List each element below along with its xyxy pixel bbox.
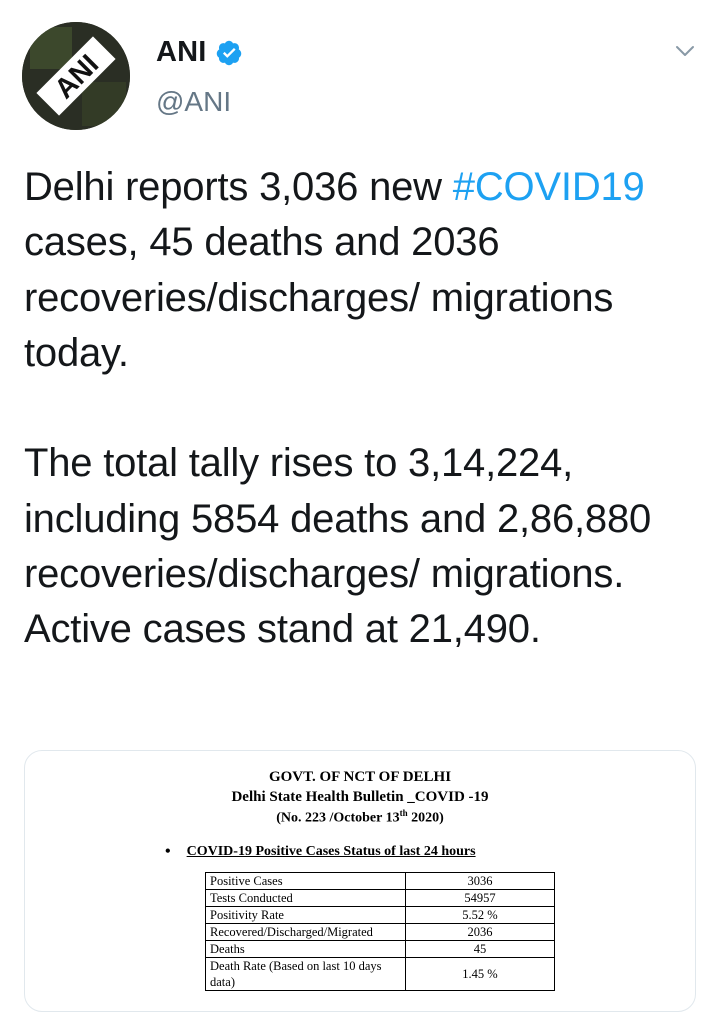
ani-logo-icon: ANI: [22, 22, 130, 130]
tweet-header: ANI ANI @ANI: [0, 0, 720, 150]
row-label: Positivity Rate: [205, 906, 406, 924]
row-label: Death Rate (Based on last 10 days data): [205, 957, 406, 991]
table-row: Positive Cases 3036: [205, 872, 555, 890]
bulletin-number-sup: th: [399, 808, 408, 818]
table-row: Recovered/Discharged/Migrated 2036: [205, 923, 555, 941]
display-name[interactable]: ANI: [156, 36, 207, 69]
bulletin-number-suffix: 2020): [407, 810, 444, 826]
bulletin-subtitle: Delhi State Health Bulletin _COVID -19: [231, 789, 489, 805]
bulletin-table: Positive Cases 3036 Tests Conducted 54957 …: [205, 872, 555, 991]
row-value: 45: [405, 940, 555, 958]
row-value: 1.45 %: [405, 957, 555, 991]
table-row: Death Rate (Based on last 10 days data) 1…: [205, 957, 555, 991]
row-value: 5.52 %: [405, 906, 555, 924]
table-row: Positivity Rate 5.52 %: [205, 906, 555, 924]
bulletin-title: GOVT. OF NCT OF DELHI: [268, 769, 452, 785]
row-label: Positive Cases: [205, 872, 406, 890]
bulletin-number-prefix: (No. 223 /October 13: [276, 810, 400, 826]
section-heading-text: COVID-19 Positive Cases Status of last 2…: [186, 844, 476, 859]
avatar[interactable]: ANI: [22, 22, 130, 130]
row-label: Tests Conducted: [205, 889, 406, 907]
row-value: 54957: [405, 889, 555, 907]
attached-image[interactable]: GOVT. OF NCT OF DELHI Delhi State Health…: [24, 750, 696, 1012]
tweet-text: Delhi reports 3,036 new #COVID19 cases, …: [24, 160, 704, 658]
hashtag-link[interactable]: #COVID19: [453, 165, 645, 209]
table-row: Deaths 45: [205, 940, 555, 958]
bullet-icon: •: [165, 843, 171, 860]
section-heading: • COVID-19 Positive Cases Status of last…: [165, 843, 476, 861]
row-label: Deaths: [205, 940, 406, 958]
tweet-text-part1: Delhi reports 3,036 new: [24, 165, 453, 209]
table-row: Tests Conducted 54957: [205, 889, 555, 907]
user-handle[interactable]: @ANI: [156, 86, 231, 118]
row-value: 3036: [405, 872, 555, 890]
verified-badge-icon: [215, 39, 243, 67]
name-row: ANI: [156, 36, 243, 69]
row-label: Recovered/Discharged/Migrated: [205, 923, 406, 941]
bulletin-number: (No. 223 /October 13th 2020): [25, 808, 695, 827]
row-value: 2036: [405, 923, 555, 941]
tweet-text-part2: cases, 45 deaths and 2036 recoveries/dis…: [24, 220, 652, 652]
chevron-down-icon[interactable]: [674, 40, 696, 62]
